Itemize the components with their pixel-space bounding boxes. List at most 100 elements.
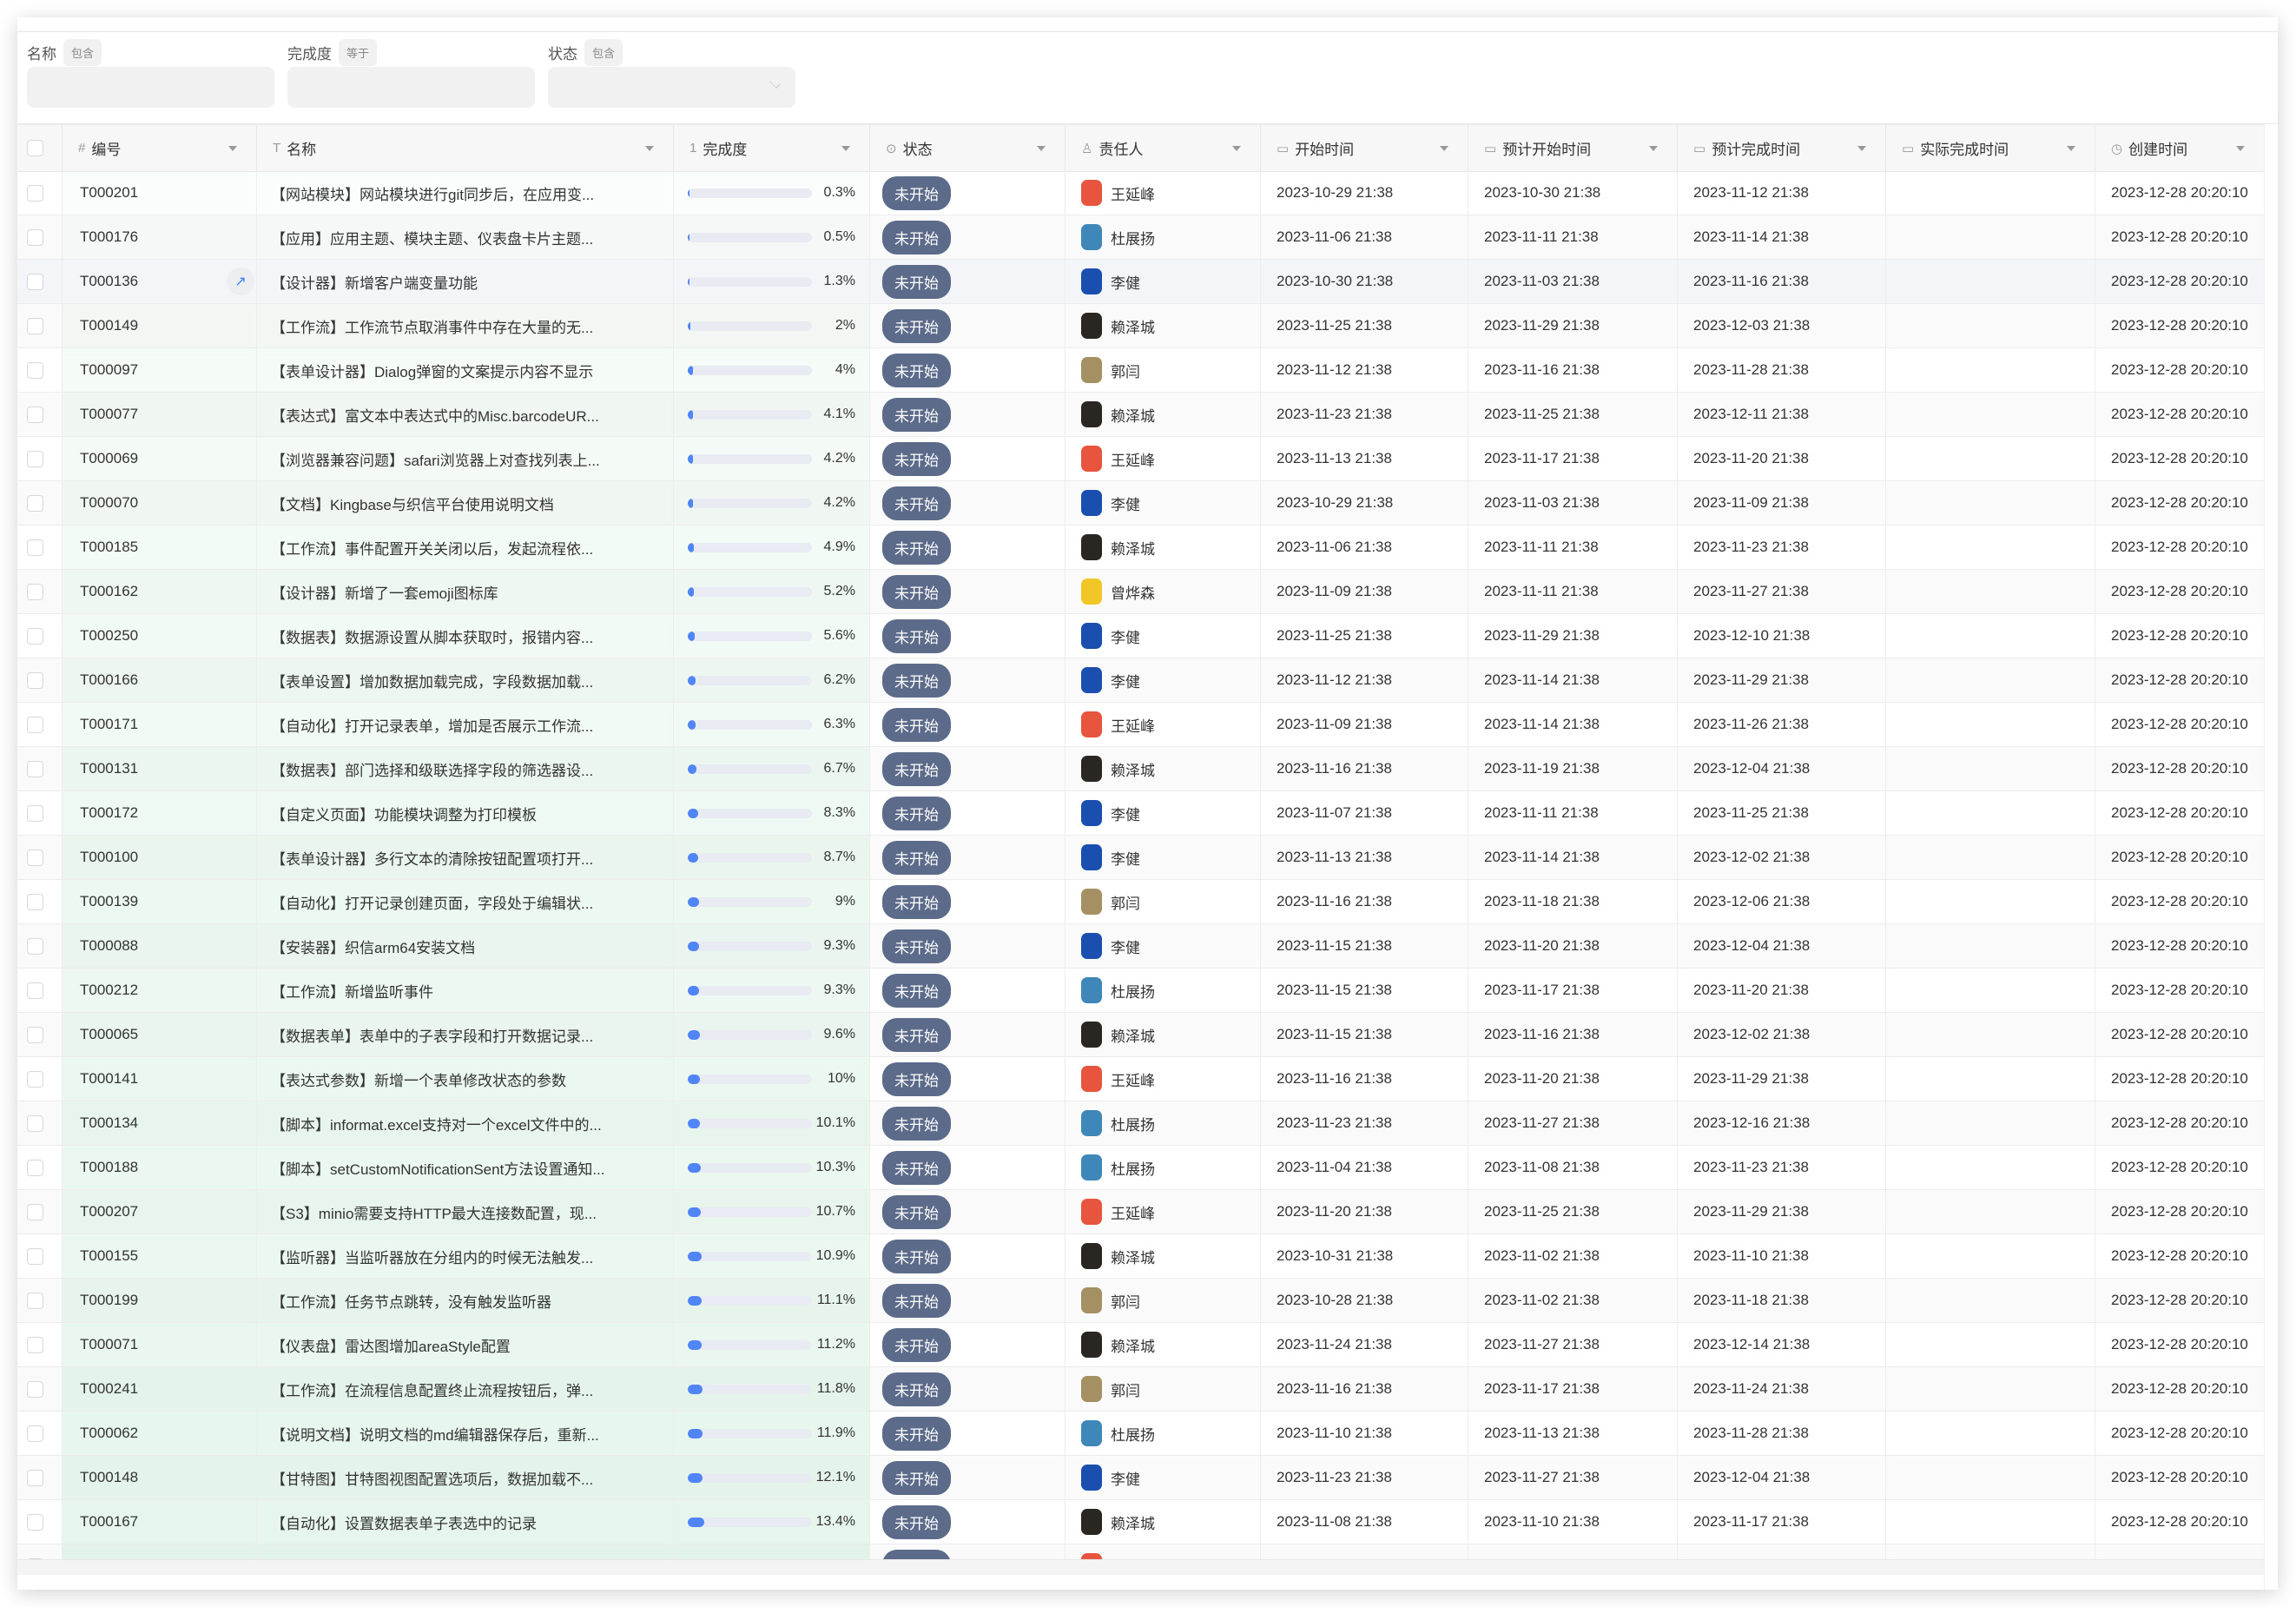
table-row[interactable]: T000167 【自动化】设置数据表单子表选中的记录 13.4% 未开始 赖泽城 2023… xyxy=(17,1500,2265,1544)
table-row[interactable]: T000062 【说明文档】说明文档的md编辑器保存后，重新... 11.9% 未开始… xyxy=(17,1412,2265,1456)
row-checkbox[interactable] xyxy=(27,228,43,246)
row-checkbox[interactable] xyxy=(27,1247,43,1265)
table-row[interactable]: T000172 【自定义页面】功能模块调整为打印模板 8.3% 未开始 李健 2023-1… xyxy=(17,791,2265,836)
table-row[interactable]: T000149 【工作流】工作流节点取消事件中存在大量的无... 2% 未开始 赖泽城 2… xyxy=(17,304,2265,348)
table-row[interactable]: T000069 【浏览器兼容问题】safari浏览器上对查找列表上... 4.2% 未… xyxy=(17,437,2265,481)
row-checkbox[interactable] xyxy=(27,406,43,423)
row-checkbox[interactable] xyxy=(27,450,43,467)
caret-down-icon[interactable] xyxy=(2067,146,2075,151)
row-checkbox[interactable] xyxy=(27,273,43,290)
table-row[interactable]: T000070 【文档】Kingbase与织信平台使用说明文档 4.2% 未开始 李健 2… xyxy=(17,481,2265,526)
row-checkbox[interactable] xyxy=(27,1203,43,1220)
filter-name-input[interactable] xyxy=(27,67,274,108)
row-checkbox[interactable] xyxy=(27,1292,43,1309)
row-checkbox[interactable] xyxy=(27,317,43,334)
row-checkbox[interactable] xyxy=(27,1070,43,1088)
open-record-icon[interactable]: ↗ xyxy=(227,268,254,295)
table-row[interactable]: T000071 【仪表盘】雷达图增加areaStyle配置 11.2% 未开始 赖泽城 2… xyxy=(17,1323,2265,1367)
row-checkbox[interactable] xyxy=(27,760,43,777)
table-row[interactable]: T000176 【应用】应用主题、模块主题、仪表盘卡片主题... 0.5% 未开始 杜展… xyxy=(17,215,2265,260)
caret-down-icon[interactable] xyxy=(1857,146,1866,151)
column-header-planned_start[interactable]: ▭ 预计开始时间 xyxy=(1468,125,1678,171)
row-checkbox[interactable] xyxy=(27,937,43,955)
table-row[interactable]: T000212 【工作流】新增监听事件 9.3% 未开始 杜展扬 2023-11-15 2… xyxy=(17,969,2265,1013)
column-header-id[interactable]: # 编号 xyxy=(63,125,257,171)
table-row[interactable]: T000097 【表单设计器】Dialog弹窗的文案提示内容不显示 4% 未开始 郭闫 2… xyxy=(17,348,2265,393)
row-checkbox[interactable] xyxy=(27,539,43,556)
table-row[interactable]: T000166 【表单设置】增加数据加载完成，字段数据加载... 6.2% 未开始 李健… xyxy=(17,658,2265,703)
caret-down-icon[interactable] xyxy=(841,146,850,151)
caret-down-icon[interactable] xyxy=(1440,146,1448,151)
row-checkbox[interactable] xyxy=(27,184,43,202)
row-checkbox[interactable] xyxy=(27,1026,43,1043)
row-checkbox[interactable] xyxy=(27,1425,43,1442)
row-checkbox[interactable] xyxy=(27,1336,43,1353)
cell-planned-start: 2023-11-17 21:38 xyxy=(1468,437,1678,480)
row-checkbox[interactable] xyxy=(27,982,43,999)
filter-operator[interactable]: 包含 xyxy=(584,38,623,66)
caret-down-icon[interactable] xyxy=(2236,146,2245,151)
column-header-actual_end[interactable]: ▭ 实际完成时间 xyxy=(1886,125,2095,171)
table-row[interactable]: T000134 【脚本】informat.excel支持对一个excel文件中的.… xyxy=(17,1101,2265,1146)
table-row[interactable]: T000139 【自动化】打开记录创建页面，字段处于编辑状... 9% 未开始 郭闫 20… xyxy=(17,880,2265,924)
filter-operator[interactable]: 包含 xyxy=(63,38,102,66)
cell-progress: 13.4% xyxy=(674,1500,870,1544)
column-header-start[interactable]: ▭ 开始时间 xyxy=(1261,125,1468,171)
task-name: 【自动化】打开记录表单，增加是否展示工作流... xyxy=(271,718,594,735)
column-header-planned_end[interactable]: ▭ 预计完成时间 xyxy=(1678,125,1886,171)
table-row[interactable]: T000131 【数据表】部门选择和级联选择字段的筛选器设... 6.7% 未开始 赖泽… xyxy=(17,747,2265,791)
table-row[interactable]: T000171 【自动化】打开记录表单，增加是否展示工作流... 6.3% 未开始 王延… xyxy=(17,703,2265,747)
table-row[interactable]: T000250 【数据表】数据源设置从脚本获取时，报错内容... 5.6% 未开始 李健… xyxy=(17,614,2265,658)
filter-progress-input[interactable] xyxy=(287,67,535,108)
column-header-progress[interactable]: 1 完成度 xyxy=(674,125,870,171)
table-row[interactable]: T000077 【表达式】富文本中表达式中的Misc.barcodeUR... 4.… xyxy=(17,393,2265,437)
caret-down-icon[interactable] xyxy=(645,146,654,151)
filter-operator[interactable]: 等于 xyxy=(339,38,378,66)
table-row[interactable]: T000188 【脚本】setCustomNotificationSent方法设置… xyxy=(17,1146,2265,1190)
caret-down-icon[interactable] xyxy=(1037,146,1046,151)
caret-down-icon[interactable] xyxy=(1232,146,1241,151)
table-row[interactable]: T000162 【设计器】新增了一套emoji图标库 5.2% 未开始 曾烨森 2023-… xyxy=(17,570,2265,614)
column-header-owner[interactable]: ♙ 责任人 xyxy=(1066,125,1261,171)
row-checkbox[interactable] xyxy=(27,494,43,512)
table-row[interactable]: T000189【数据表】数据表设置全表汇总时，汇总条件设...13.5%未开始王… xyxy=(17,1544,2265,1560)
row-checkbox[interactable] xyxy=(27,583,43,600)
cell-name: 【甘特图】甘特图视图配置选项后，数据加载不... xyxy=(257,1456,674,1499)
row-checkbox[interactable] xyxy=(27,1380,43,1398)
filter-status-select[interactable] xyxy=(548,67,795,108)
table-row[interactable]: T000065 【数据表单】表单中的子表字段和打开数据记录... 9.6% 未开始 赖泽… xyxy=(17,1013,2265,1057)
row-checkbox[interactable] xyxy=(27,1469,43,1486)
table-row[interactable]: T000199 【工作流】任务节点跳转，没有触发监听器 11.1% 未开始 郭闫 2023… xyxy=(17,1279,2265,1323)
cell-name: 【网站模块】网站模块进行git同步后，在应用变... xyxy=(257,171,674,215)
column-header-name[interactable]: T 名称 xyxy=(257,125,674,171)
table-row[interactable]: T000136 ↗ 【设计器】新增客户端变量功能 1.3% 未开始 李健 2023-10-3… xyxy=(17,260,2265,304)
select-all-checkbox[interactable] xyxy=(27,140,43,156)
table-row[interactable]: T000088 【安装器】织信arm64安装文档 9.3% 未开始 李健 2023-11-… xyxy=(17,924,2265,969)
table-row[interactable]: T000100 【表单设计器】多行文本的清除按钮配置项打开... 8.7% 未开始 李健… xyxy=(17,836,2265,880)
caret-down-icon[interactable] xyxy=(228,146,237,151)
table-row[interactable]: T000185 【工作流】事件配置开关关闭以后，发起流程依... 4.9% 未开始 赖泽… xyxy=(17,526,2265,570)
row-checkbox[interactable] xyxy=(27,627,43,645)
caret-down-icon[interactable] xyxy=(1649,146,1658,151)
row-checkbox[interactable] xyxy=(27,804,43,822)
table-row[interactable]: T000201 【网站模块】网站模块进行git同步后，在应用变... 0.3% 未开始… xyxy=(17,171,2265,215)
table-row[interactable]: T000207 【S3】minio需要支持HTTP最大连接数配置，现... 10.7… xyxy=(17,1190,2265,1234)
row-checkbox[interactable] xyxy=(27,671,43,689)
vertical-scrollbar[interactable] xyxy=(2264,124,2278,1590)
column-header-label: 实际完成时间 xyxy=(1920,142,2009,158)
row-checkbox[interactable] xyxy=(27,849,43,866)
row-checkbox[interactable] xyxy=(27,1513,43,1531)
table-row[interactable]: T000155 【监听器】当监听器放在分组内的时候无法触发... 10.9% 未开始 赖… xyxy=(17,1234,2265,1279)
cell-planned-start: 2023-11-14 21:38 xyxy=(1468,658,1678,702)
table-row[interactable]: T000148 【甘特图】甘特图视图配置选项后，数据加载不... 12.1% 未开始 李… xyxy=(17,1456,2265,1500)
cell-planned-start: 2023-11-20 21:38 xyxy=(1468,924,1678,968)
row-checkbox[interactable] xyxy=(27,1159,43,1176)
row-checkbox[interactable] xyxy=(27,361,43,379)
table-row[interactable]: T000141 【表达式参数】新增一个表单修改状态的参数 10% 未开始 王延峰 2023… xyxy=(17,1057,2265,1101)
column-header-created[interactable]: ◷ 创建时间 xyxy=(2095,125,2265,171)
row-checkbox[interactable] xyxy=(27,716,43,733)
row-checkbox[interactable] xyxy=(27,893,43,910)
column-header-status[interactable]: ⊙ 状态 xyxy=(870,125,1066,171)
row-checkbox[interactable] xyxy=(27,1114,43,1132)
table-row[interactable]: T000241 【工作流】在流程信息配置终止流程按钮后，弹... 11.8% 未开始 郭… xyxy=(17,1367,2265,1412)
